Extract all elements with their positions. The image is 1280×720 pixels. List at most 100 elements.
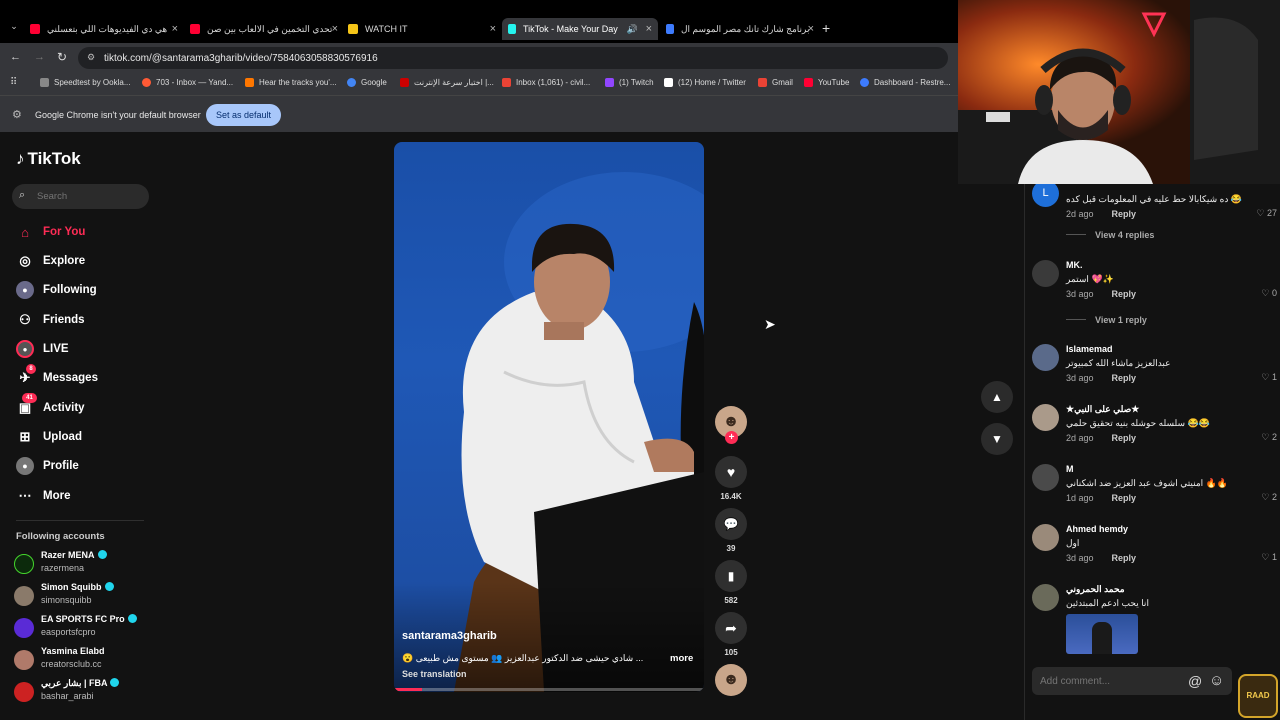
browser-tab-3[interactable]: WATCH IT × xyxy=(348,18,498,40)
nav-profile[interactable]: ● Profile xyxy=(16,457,79,475)
browser-tab-2[interactable]: تحدي التخمين في الالعاب بين صن × xyxy=(190,18,340,40)
comment-attached-image[interactable] xyxy=(1066,614,1138,654)
tab-search-button[interactable]: ⌄ xyxy=(6,21,22,37)
comment-button[interactable]: 💬 xyxy=(715,508,747,540)
share-button[interactable]: ➦ xyxy=(715,612,747,644)
nav-messages[interactable]: ✈ 8 Messages xyxy=(16,364,98,387)
sound-disc-button[interactable]: ☻ xyxy=(715,664,747,696)
bookmark-restream[interactable]: Dashboard - Restre... xyxy=(860,78,950,87)
heart-outline-icon: ♡ xyxy=(1261,432,1270,442)
comment-author[interactable]: محمد الحمروني xyxy=(1066,584,1125,595)
comment-text: عبدالعزيز ماشاء الله كمبيوتر xyxy=(1066,358,1171,368)
comment-author[interactable]: M xyxy=(1066,464,1074,474)
nav-live[interactable]: ● LIVE xyxy=(16,340,69,358)
bookmark-soundcloud[interactable]: Hear the tracks you'... xyxy=(245,78,337,87)
video-progress-track[interactable] xyxy=(394,688,704,691)
mention-icon[interactable]: @ xyxy=(1188,673,1202,689)
apps-grid-icon[interactable]: ⠿ xyxy=(10,77,17,88)
bookmark-twitter[interactable]: (12) Home / Twitter xyxy=(664,78,746,87)
avatar: L xyxy=(1032,180,1059,207)
home-icon: ⌂ xyxy=(21,224,29,240)
search-box[interactable]: ⌕ xyxy=(12,184,149,209)
browser-tab-4-active[interactable]: TikTok - Make Your Day 🔊 × xyxy=(502,18,658,40)
site-info-icon[interactable]: ⚙ xyxy=(87,52,95,63)
nav-friends[interactable]: ⚇ Friends xyxy=(16,311,84,329)
watchit-favicon-icon xyxy=(348,24,358,34)
reply-link[interactable]: Reply xyxy=(1112,553,1137,563)
comment-author[interactable]: ★صلي على النبي★ xyxy=(1066,404,1139,415)
reload-icon[interactable]: ↻ xyxy=(57,50,67,64)
close-tab-icon[interactable]: × xyxy=(172,23,178,35)
heart-outline-icon: ♡ xyxy=(1261,552,1270,562)
comment-author[interactable]: MK. xyxy=(1066,260,1083,270)
like-button[interactable]: ♥ xyxy=(715,456,747,488)
comment-like[interactable]: ♡ 1 xyxy=(1261,552,1277,563)
video-player[interactable]: santarama3gharib ... شادي حيشى ضد الدكتو… xyxy=(394,142,704,692)
reply-link[interactable]: Reply xyxy=(1112,433,1137,443)
bookmark-speedtest-ar[interactable]: اختبار سرعة الإنترنت |... xyxy=(400,78,494,87)
avatar xyxy=(14,650,34,670)
bookmark-yahoo-inbox[interactable]: Inbox (1,061) - civil... xyxy=(502,78,590,87)
comment-author[interactable]: Ahmed hemdy xyxy=(1066,524,1128,534)
following-account-simon[interactable]: Simon Squibb simonsquibb xyxy=(14,582,154,612)
comment-like[interactable]: ♡ 2 xyxy=(1261,432,1277,443)
restream-favicon-icon xyxy=(860,78,869,87)
see-translation-link[interactable]: See translation xyxy=(402,669,467,679)
reply-link[interactable]: Reply xyxy=(1112,493,1137,503)
live-avatar-icon: ● xyxy=(16,340,34,358)
search-input[interactable] xyxy=(37,189,142,204)
comment-like[interactable]: ♡ 27 xyxy=(1256,208,1277,219)
following-account-razer[interactable]: Razer MENA razermena xyxy=(14,550,154,580)
forward-icon[interactable]: → xyxy=(34,51,45,63)
follow-plus-icon[interactable]: + xyxy=(725,431,738,444)
set-as-default-button[interactable]: Set as default xyxy=(206,104,281,126)
bookmark-gmail[interactable]: Gmail xyxy=(758,78,793,87)
tiktok-logo[interactable]: ♪ TikTok xyxy=(16,149,81,169)
following-account-bashar[interactable]: بشار عربي | FBA bashar_arabi xyxy=(14,678,154,708)
comment-author[interactable]: Islamemad xyxy=(1066,344,1113,354)
back-icon[interactable]: ← xyxy=(10,51,21,63)
video-author[interactable]: santarama3gharib xyxy=(402,630,497,642)
speaker-icon[interactable]: 🔊 xyxy=(627,24,638,35)
comment-meta: 3d ago Reply xyxy=(1066,289,1137,299)
close-tab-icon[interactable]: × xyxy=(808,23,814,35)
view-replies-button[interactable]: View 1 reply xyxy=(1066,315,1147,325)
comment-meta: 1d ago Reply xyxy=(1066,493,1137,503)
view-replies-button[interactable]: View 4 replies xyxy=(1066,230,1154,240)
following-account-yasmina[interactable]: Yasmina Elabd creatorsclub.cc xyxy=(14,646,154,676)
bookmark-twitch[interactable]: (1) Twitch xyxy=(605,78,654,87)
reply-link[interactable]: Reply xyxy=(1112,289,1137,299)
close-tab-icon[interactable]: × xyxy=(646,23,652,35)
bookmark-youtube[interactable]: YouTube xyxy=(804,78,849,87)
nav-upload[interactable]: ⊞ Upload xyxy=(16,428,82,446)
close-tab-icon[interactable]: × xyxy=(332,23,338,35)
reply-link[interactable]: Reply xyxy=(1112,209,1137,219)
bookmark-speedtest[interactable]: Speedtest by Ookla... xyxy=(40,78,131,87)
address-bar[interactable]: ⚙ tiktok.com/@santarama3gharib/video/758… xyxy=(78,47,948,69)
browser-tab-5[interactable]: برنامج شارك تانك مصر الموسم ال × xyxy=(666,18,816,40)
nav-following[interactable]: ● Following xyxy=(16,281,97,299)
comment-like[interactable]: ♡ 1 xyxy=(1261,372,1277,383)
nav-more[interactable]: ⋯ More xyxy=(16,487,71,505)
following-account-easports[interactable]: EA SPORTS FC Pro easportsfcpro xyxy=(14,614,154,644)
new-tab-button[interactable]: + xyxy=(822,20,830,36)
emoji-icon[interactable]: ☺ xyxy=(1209,672,1224,689)
reply-link[interactable]: Reply xyxy=(1112,373,1137,383)
browser-tab-1[interactable]: هي دي الفيديوهات اللي بتعسلني × xyxy=(30,18,180,40)
address-url: tiktok.com/@santarama3gharib/video/75840… xyxy=(104,52,378,64)
next-video-button[interactable]: ▼ xyxy=(981,423,1013,455)
nav-explore[interactable]: ◎ Explore xyxy=(16,252,85,270)
close-tab-icon[interactable]: × xyxy=(490,23,496,35)
nav-activity[interactable]: ▣ 41 Activity xyxy=(16,393,85,417)
save-button[interactable]: ▮ xyxy=(715,560,747,592)
bookmark-google[interactable]: Google xyxy=(347,78,387,87)
caption-more-link[interactable]: more xyxy=(670,653,693,664)
previous-video-button[interactable]: ▲ xyxy=(981,381,1013,413)
profile-avatar-icon: ● xyxy=(16,457,34,475)
nav-for-you[interactable]: ⌂ For You xyxy=(16,223,85,241)
bookmark-yandex[interactable]: 703 - Inbox — Yand... xyxy=(142,78,233,87)
comment-like[interactable]: ♡ 2 xyxy=(1261,492,1277,503)
comment-like[interactable]: ♡ 0 xyxy=(1261,288,1277,299)
youtube-favicon-icon xyxy=(804,78,813,87)
gmail-favicon-icon xyxy=(758,78,767,87)
